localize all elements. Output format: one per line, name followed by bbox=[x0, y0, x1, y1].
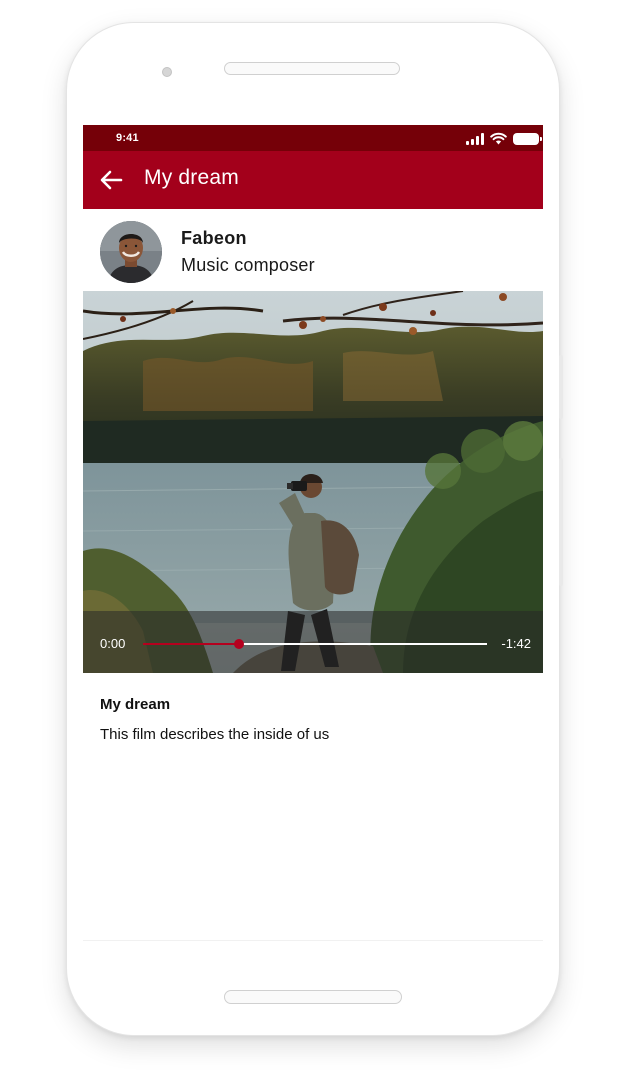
front-camera bbox=[162, 67, 172, 77]
mockup-stage: 9:41 My dream Fabeon Music composer 0:00… bbox=[0, 0, 630, 1074]
back-arrow-icon[interactable] bbox=[99, 169, 123, 191]
author-name[interactable]: Fabeon bbox=[181, 228, 247, 249]
current-time: 0:00 bbox=[100, 636, 126, 651]
seek-bar-thumb[interactable] bbox=[234, 639, 245, 649]
author-role: Music composer bbox=[181, 255, 315, 275]
power-button bbox=[559, 458, 563, 586]
volume-button bbox=[559, 355, 563, 419]
signal-icon bbox=[466, 133, 484, 145]
home-indicator[interactable] bbox=[224, 990, 402, 1004]
status-bar: 9:41 bbox=[83, 125, 543, 151]
battery-icon bbox=[513, 133, 542, 145]
app-screen: 9:41 My dream Fabeon Music composer 0:00… bbox=[83, 125, 543, 941]
video-controls: 0:00 -1:42 bbox=[83, 611, 543, 673]
video-title: My dream bbox=[100, 696, 171, 713]
status-icons bbox=[466, 131, 542, 145]
status-time: 9:41 bbox=[116, 132, 139, 144]
author-profile: Fabeon Music composer bbox=[83, 209, 543, 291]
page-title: My dream bbox=[144, 166, 239, 189]
app-bar: My dream bbox=[83, 151, 543, 209]
wifi-icon bbox=[490, 132, 507, 145]
seek-bar-progress bbox=[143, 643, 240, 645]
avatar[interactable] bbox=[100, 221, 162, 283]
earpiece-speaker bbox=[224, 62, 400, 75]
video-player[interactable]: 0:00 -1:42 bbox=[83, 291, 543, 673]
remaining-time: -1:42 bbox=[501, 636, 531, 651]
video-description: This film describes the inside of us bbox=[100, 726, 330, 743]
seek-bar[interactable] bbox=[143, 639, 487, 649]
